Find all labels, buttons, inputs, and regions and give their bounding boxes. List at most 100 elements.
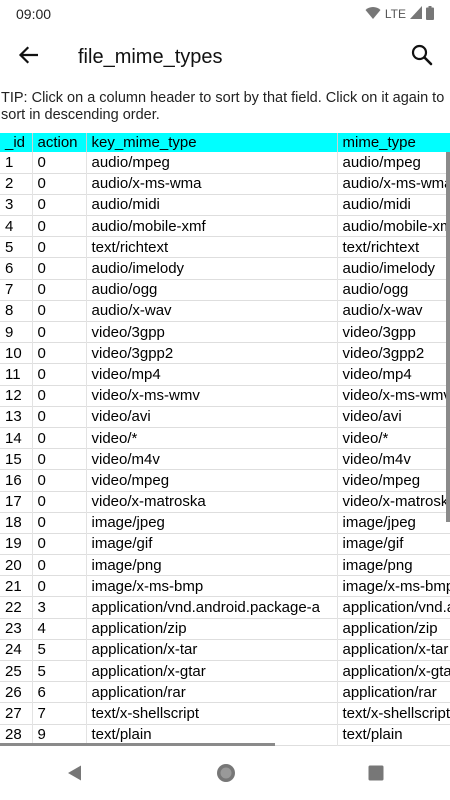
cell-mime-type: video/avi bbox=[336, 406, 450, 428]
cell-mime-type: audio/x-ms-wma bbox=[336, 173, 450, 195]
cell-action: 0 bbox=[31, 427, 86, 449]
table-row[interactable]: 20 0 image/png image/png bbox=[0, 554, 450, 576]
cell-action: 0 bbox=[31, 173, 86, 195]
signal-icon bbox=[410, 6, 422, 22]
back-button[interactable] bbox=[0, 29, 56, 85]
table-row[interactable]: 27 7 text/x-shellscript text/x-shellscript bbox=[0, 702, 450, 725]
cell-mime-type: text/richtext bbox=[336, 236, 450, 258]
cell-id: 19 bbox=[5, 535, 22, 553]
cell-id: 27 bbox=[5, 704, 22, 722]
cell-key-mime-type: image/gif bbox=[85, 533, 337, 555]
column-header-id[interactable]: _id bbox=[0, 133, 32, 152]
cell-mime-type: video/x-matroska bbox=[336, 491, 450, 513]
cell-id: 8 bbox=[5, 302, 14, 320]
cell-action: 0 bbox=[31, 554, 86, 576]
cell-id: 17 bbox=[5, 493, 22, 511]
table-row[interactable]: 23 4 application/zip application/zip bbox=[0, 618, 450, 640]
cell-action: 6 bbox=[31, 681, 86, 703]
cell-key-mime-type: application/x-gtar bbox=[85, 660, 337, 682]
table-row[interactable]: 11 0 video/mp4 video/mp4 bbox=[0, 363, 450, 386]
cell-id: 20 bbox=[5, 556, 22, 574]
triangle-back-icon[interactable] bbox=[66, 764, 84, 787]
table-row[interactable]: 9 0 video/3gpp video/3gpp bbox=[0, 321, 450, 343]
table-row[interactable]: 25 5 application/x-gtar application/x-gtar bbox=[0, 660, 450, 682]
vertical-scrollbar[interactable] bbox=[446, 152, 450, 522]
tip-text: TIP: Click on a column header to sort by… bbox=[1, 90, 445, 123]
cell-mime-type: video/mpeg bbox=[336, 469, 450, 491]
cell-key-mime-type: video/* bbox=[85, 427, 337, 449]
cell-mime-type: text/x-shellscript bbox=[336, 702, 450, 725]
table-row[interactable]: 19 0 image/gif image/gif bbox=[0, 533, 450, 555]
table-row[interactable]: 21 0 image/x-ms-bmp image/x-ms-bmp bbox=[0, 575, 450, 597]
status-bar: 09:00 LTE bbox=[0, 0, 450, 28]
circle-home-icon[interactable] bbox=[215, 762, 237, 789]
cell-mime-type: video/mp4 bbox=[336, 363, 450, 386]
table-row[interactable]: 18 0 image/jpeg image/jpeg bbox=[0, 512, 450, 534]
cell-action: 0 bbox=[31, 448, 86, 470]
cell-mime-type: audio/x-wav bbox=[336, 300, 450, 322]
horizontal-scrollbar[interactable] bbox=[0, 743, 275, 746]
cell-mime-type: image/png bbox=[336, 554, 450, 576]
cell-action: 0 bbox=[31, 385, 86, 407]
cell-id: 25 bbox=[5, 662, 22, 680]
table-row[interactable]: 22 3 application/vnd.android.package-a appl… bbox=[0, 596, 450, 619]
data-table-container[interactable]: _id action key_mime_type mime_type 1 0 aud… bbox=[0, 133, 450, 747]
column-header-action[interactable]: action bbox=[31, 133, 86, 152]
cell-mime-type: application/vnd.android.package-archive bbox=[336, 596, 450, 619]
table-row[interactable]: 13 0 video/avi video/avi bbox=[0, 406, 450, 428]
cell-id: 4 bbox=[5, 217, 14, 235]
cell-mime-type: video/m4v bbox=[336, 448, 450, 470]
cell-action: 0 bbox=[31, 236, 86, 258]
table-row[interactable]: 12 0 video/x-ms-wmv video/x-ms-wmv bbox=[0, 385, 450, 407]
cell-mime-type: audio/imelody bbox=[336, 257, 450, 280]
cell-id: 15 bbox=[5, 450, 22, 468]
cell-key-mime-type: video/avi bbox=[85, 406, 337, 428]
status-time: 09:00 bbox=[16, 6, 52, 22]
table-row[interactable]: 26 6 application/rar application/rar bbox=[0, 681, 450, 703]
cell-action: 0 bbox=[31, 533, 86, 555]
column-header-key-mime-type[interactable]: key_mime_type bbox=[85, 133, 337, 152]
cell-key-mime-type: video/m4v bbox=[85, 448, 337, 470]
cell-mime-type: image/gif bbox=[336, 533, 450, 555]
table-row[interactable]: 8 0 audio/x-wav audio/x-wav bbox=[0, 300, 450, 322]
table-row[interactable]: 6 0 audio/imelody audio/imelody bbox=[0, 257, 450, 280]
table-body: 1 0 audio/mpeg audio/mpeg 2 0 audio/x-ms-wma au… bbox=[0, 152, 450, 746]
table-row[interactable]: 24 5 application/x-tar application/x-tar bbox=[0, 639, 450, 661]
table-row[interactable]: 7 0 audio/ogg audio/ogg bbox=[0, 279, 450, 301]
cell-key-mime-type: audio/ogg bbox=[85, 279, 337, 301]
table-row[interactable]: 3 0 audio/midi audio/midi bbox=[0, 194, 450, 216]
cell-id: 18 bbox=[5, 514, 22, 532]
table-row[interactable]: 15 0 video/m4v video/m4v bbox=[0, 448, 450, 470]
arrow-left-icon bbox=[18, 45, 39, 69]
search-icon bbox=[411, 44, 433, 71]
cell-action: 7 bbox=[31, 702, 86, 725]
table-row[interactable]: 2 0 audio/x-ms-wma audio/x-ms-wma bbox=[0, 173, 450, 195]
column-header-mime-type[interactable]: mime_type bbox=[336, 133, 450, 152]
cell-action: 4 bbox=[31, 618, 86, 640]
table-row[interactable]: 4 0 audio/mobile-xmf audio/mobile-xmf bbox=[0, 215, 450, 237]
cell-mime-type: video/x-ms-wmv bbox=[336, 385, 450, 407]
cell-action: 0 bbox=[31, 512, 86, 534]
cell-key-mime-type: image/x-ms-bmp bbox=[85, 575, 337, 597]
cell-action: 5 bbox=[31, 639, 86, 661]
cell-key-mime-type: audio/mobile-xmf bbox=[85, 215, 337, 237]
status-icons: LTE bbox=[365, 5, 434, 23]
cell-action: 0 bbox=[31, 257, 86, 280]
cell-action: 0 bbox=[31, 215, 86, 237]
cell-action: 0 bbox=[31, 406, 86, 428]
cell-action: 5 bbox=[31, 660, 86, 682]
table-row[interactable]: 5 0 text/richtext text/richtext bbox=[0, 236, 450, 258]
search-button[interactable] bbox=[394, 29, 450, 85]
table-row[interactable]: 10 0 video/3gpp2 video/3gpp2 bbox=[0, 342, 450, 364]
cell-action: 0 bbox=[31, 575, 86, 597]
cell-key-mime-type: audio/x-wav bbox=[85, 300, 337, 322]
table-row[interactable]: 14 0 video/* video/* bbox=[0, 427, 450, 449]
table-row[interactable]: 16 0 video/mpeg video/mpeg bbox=[0, 469, 450, 491]
cell-key-mime-type: image/jpeg bbox=[85, 512, 337, 534]
table-row[interactable]: 1 0 audio/mpeg audio/mpeg bbox=[0, 152, 450, 174]
table-row[interactable]: 17 0 video/x-matroska video/x-matroska bbox=[0, 491, 450, 513]
cell-action: 0 bbox=[31, 279, 86, 301]
square-recents-icon[interactable] bbox=[368, 765, 384, 786]
cell-id: 12 bbox=[5, 387, 22, 405]
cell-mime-type: application/x-gtar bbox=[336, 660, 450, 682]
